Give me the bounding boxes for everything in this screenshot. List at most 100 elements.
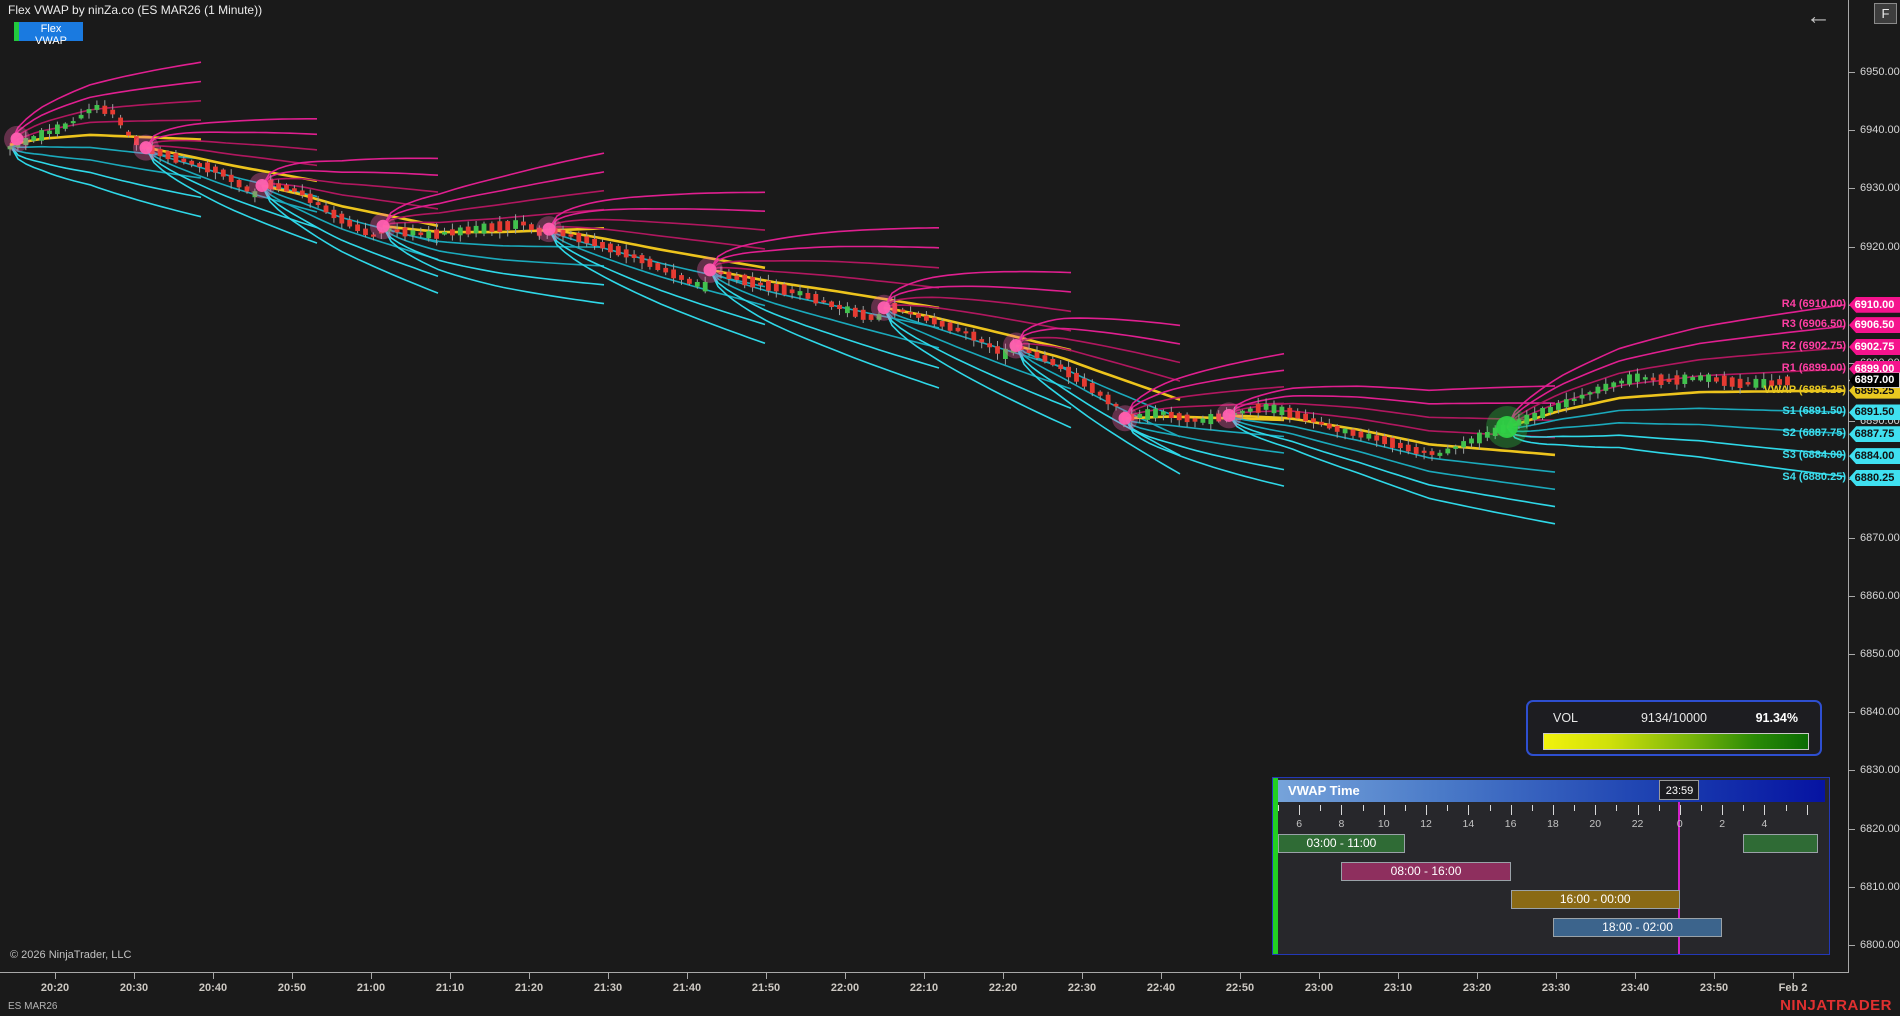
time-tick — [1635, 973, 1636, 979]
time-range-bar[interactable]: 16:00 - 00:00 — [1511, 890, 1680, 909]
ruler-hour-label: 18 — [1547, 818, 1559, 830]
vwap-band-line — [1016, 344, 1180, 382]
ruler-hour-label: 0 — [1677, 818, 1683, 830]
candle-up — [1643, 377, 1648, 379]
time-axis-label: 22:40 — [1147, 982, 1175, 994]
time-tick — [1398, 973, 1399, 979]
candle-down — [687, 279, 692, 284]
time-range-bar[interactable]: 08:00 - 16:00 — [1341, 862, 1510, 881]
candle-down — [1422, 451, 1427, 453]
candle-down — [300, 191, 305, 196]
candle-down — [742, 275, 747, 286]
time-tick — [1082, 973, 1083, 979]
candle-up — [1248, 409, 1253, 412]
price-axis-label: 6830.00 — [1860, 764, 1900, 776]
time-tick — [292, 973, 293, 979]
time-axis-label: 23:00 — [1305, 982, 1333, 994]
candle-up — [1366, 434, 1371, 439]
pink-session-marker — [140, 141, 153, 154]
f-button[interactable]: F — [1874, 3, 1897, 24]
ruler-hour-label: 2 — [1719, 818, 1725, 830]
price-tick — [1849, 596, 1855, 597]
candle-down — [434, 230, 439, 239]
level-label-s1: S1 (6891.50) — [1782, 405, 1846, 417]
time-range-bar[interactable]: 18:00 - 02:00 — [1553, 918, 1722, 937]
ruler-hour-label: 22 — [1632, 818, 1644, 830]
vwap-band-line — [1016, 346, 1180, 400]
candle-up — [1603, 384, 1608, 391]
time-tick — [687, 973, 688, 979]
time-axis-label: 22:20 — [989, 982, 1017, 994]
candle-up — [1682, 375, 1687, 384]
candle-down — [229, 175, 234, 182]
candle-down — [292, 188, 297, 192]
time-tick — [1556, 973, 1557, 979]
copyright-text: © 2026 NinjaTrader, LLC — [10, 949, 131, 961]
candle-up — [442, 232, 447, 235]
ruler-tick — [1468, 805, 1469, 815]
time-axis-label: 20:40 — [199, 982, 227, 994]
ruler-tick — [1722, 805, 1723, 815]
candle-down — [640, 255, 645, 263]
candle-up — [1145, 409, 1150, 420]
vwap-band-line — [10, 135, 201, 145]
candle-up — [1208, 414, 1213, 424]
candle-down — [648, 259, 653, 267]
candle-down — [734, 276, 739, 280]
pink-session-marker — [256, 179, 269, 192]
candle-down — [837, 305, 842, 309]
level-label-s2: S2 (6887.75) — [1782, 427, 1846, 439]
time-tick — [1240, 973, 1241, 979]
candle-down — [332, 210, 337, 218]
ruler-tick — [1743, 805, 1744, 811]
time-axis-label: 20:50 — [278, 982, 306, 994]
volume-progress-panel[interactable]: VOL 9134/10000 91.34% — [1526, 700, 1822, 756]
time-range-bar[interactable] — [1743, 834, 1818, 853]
candle-up — [1469, 439, 1474, 444]
candle-down — [813, 294, 818, 303]
candle-down — [1098, 392, 1103, 396]
time-axis-label: 21:20 — [515, 982, 543, 994]
price-tick — [1849, 945, 1855, 946]
ruler-tick — [1532, 805, 1533, 811]
candle-down — [363, 229, 368, 236]
pink-session-marker — [377, 220, 390, 233]
time-axis-label: 20:20 — [41, 982, 69, 994]
candle-down — [1738, 379, 1743, 388]
level-label-s4: S4 (6880.25) — [1782, 471, 1846, 483]
candle-down — [655, 263, 660, 270]
ruler-hour-label: 10 — [1378, 818, 1390, 830]
candle-down — [1746, 382, 1751, 384]
time-axis-label: 21:00 — [357, 982, 385, 994]
last-price-tag: 6897.00 — [1849, 372, 1900, 388]
time-range-bar[interactable]: 03:00 - 11:00 — [1278, 834, 1405, 853]
candle-down — [1351, 430, 1356, 436]
price-tick — [1849, 72, 1855, 73]
price-tick — [1849, 538, 1855, 539]
ruler-tick — [1490, 805, 1491, 811]
back-arrow-icon[interactable]: ← — [1806, 2, 1831, 31]
level-label-r1: R1 (6899.00) — [1782, 362, 1846, 374]
instrument-tab[interactable]: ES MAR26 — [8, 1001, 57, 1012]
vwap-band-line — [146, 141, 317, 150]
candle-down — [758, 283, 763, 286]
price-tag-s2: 6887.75 — [1849, 426, 1900, 442]
candle-down — [284, 185, 289, 191]
price-tag-s4: 6880.25 — [1849, 470, 1900, 486]
ruler-tick — [1426, 805, 1427, 815]
candle-up — [1461, 441, 1466, 447]
candle-down — [679, 275, 684, 280]
time-tick — [1319, 973, 1320, 979]
candle-up — [1572, 399, 1577, 401]
ruler-tick — [1363, 805, 1364, 811]
ruler-tick — [1616, 805, 1617, 811]
candle-down — [608, 244, 613, 253]
candle-down — [1082, 379, 1087, 387]
time-axis-label: 23:10 — [1384, 982, 1412, 994]
price-axis-label: 6810.00 — [1860, 881, 1900, 893]
vwap-time-panel[interactable]: VWAP Time 23:59 6810121416182022024 03:0… — [1272, 777, 1830, 955]
vwap-time-header: VWAP Time — [1278, 780, 1825, 802]
candle-down — [956, 328, 961, 332]
time-axis-label: 22:50 — [1226, 982, 1254, 994]
candle-down — [1058, 365, 1063, 370]
